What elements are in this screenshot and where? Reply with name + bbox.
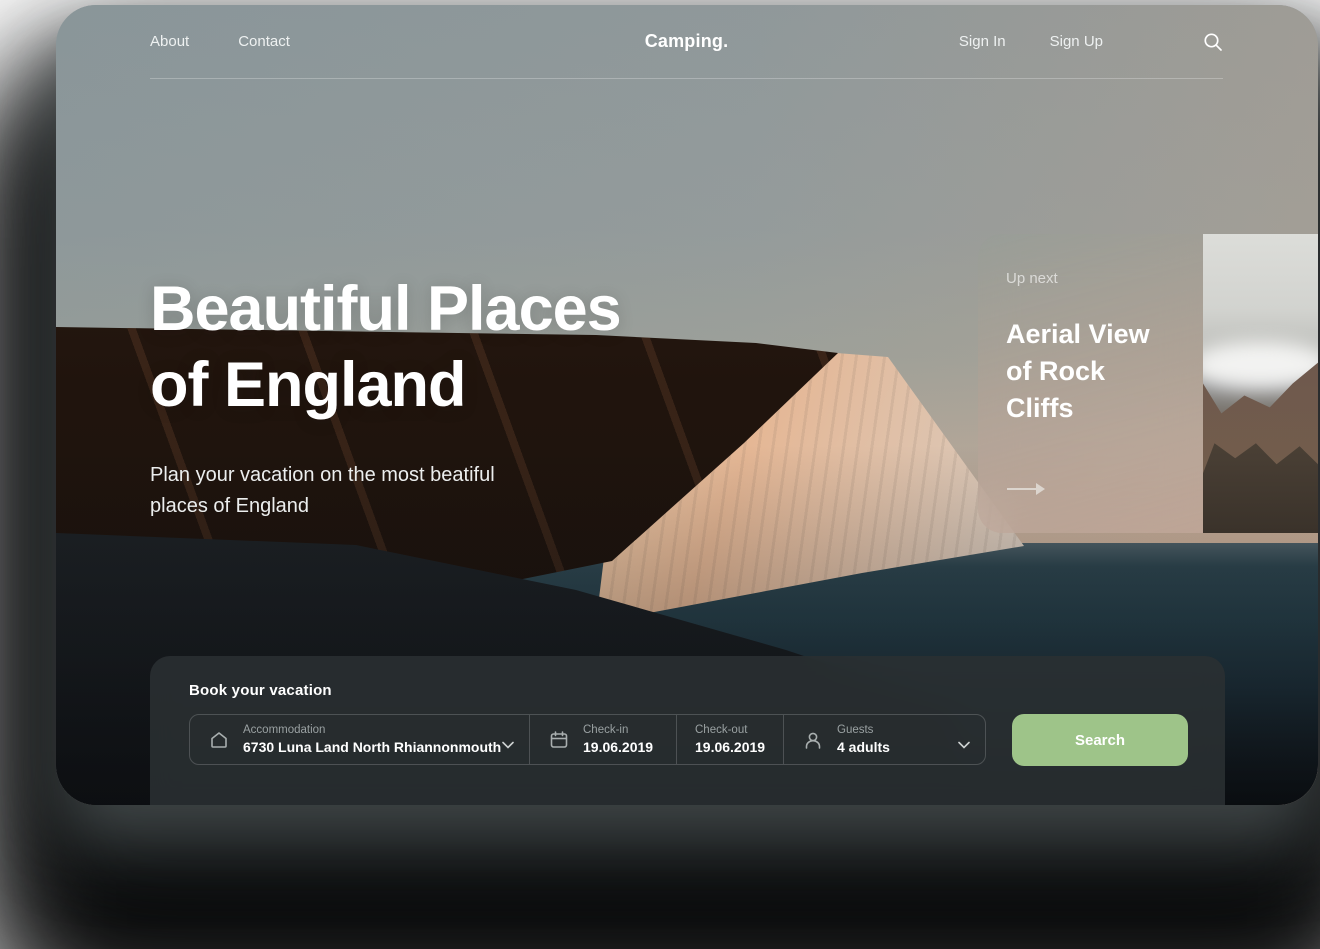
nav-link-about[interactable]: About — [150, 33, 189, 50]
check-in-field[interactable]: Check-in 19.06.2019 — [529, 715, 676, 764]
accommodation-text: Accommodation 6730 Luna Land North Rhian… — [243, 724, 501, 755]
booking-form-row: Accommodation 6730 Luna Land North Rhian… — [189, 714, 1225, 766]
hero-title-line2: of England — [150, 350, 465, 420]
field-value: 4 adults — [837, 739, 890, 755]
search-button[interactable]: Search — [1012, 714, 1188, 766]
hero-title-line1: Beautiful Places — [150, 274, 621, 344]
hero-subtitle: Plan your vacation on the most beatiful … — [150, 460, 550, 522]
field-value: 6730 Luna Land North Rhiannonmouth — [243, 739, 501, 755]
nav-link-sign-in[interactable]: Sign In — [959, 33, 1006, 50]
search-icon[interactable] — [1203, 32, 1223, 52]
field-value: 19.06.2019 — [583, 739, 653, 755]
hero-title: Beautiful Placesof England — [150, 271, 621, 423]
nav-left-links: About Contact — [150, 33, 290, 50]
up-next-kicker: Up next — [1006, 270, 1179, 287]
booking-form: Accommodation 6730 Luna Land North Rhian… — [189, 714, 986, 765]
check-in-text: Check-in 19.06.2019 — [583, 724, 653, 755]
check-out-text: Check-out 19.06.2019 — [695, 724, 765, 755]
check-out-field[interactable]: Check-out 19.06.2019 — [676, 715, 783, 764]
landing-page-card: About Contact Camping. Sign In Sign Up B… — [56, 5, 1318, 805]
nav-right-links: Sign In Sign Up — [959, 32, 1223, 52]
arrow-right-icon[interactable] — [1006, 482, 1046, 496]
top-nav: About Contact Camping. Sign In Sign Up — [150, 5, 1223, 79]
up-next-glass-panel: Up next Aerial View of Rock Cliffs — [978, 234, 1203, 533]
home-icon — [208, 729, 230, 751]
field-label: Check-out — [695, 724, 765, 736]
nav-link-sign-up[interactable]: Sign Up — [1050, 33, 1103, 50]
calendar-icon — [548, 729, 570, 751]
accommodation-field[interactable]: Accommodation 6730 Luna Land North Rhian… — [190, 715, 529, 764]
up-next-title: Aerial View of Rock Cliffs — [1006, 316, 1176, 427]
hero-copy: Beautiful Placesof England Plan your vac… — [150, 271, 621, 522]
field-label: Guests — [837, 724, 890, 736]
up-next-card[interactable]: Up next Aerial View of Rock Cliffs — [978, 234, 1318, 533]
field-label: Check-in — [583, 724, 653, 736]
user-icon — [802, 729, 824, 751]
field-value: 19.06.2019 — [695, 739, 765, 755]
chevron-down-icon[interactable] — [958, 736, 970, 744]
booking-heading: Book your vacation — [189, 682, 1225, 699]
guests-text: Guests 4 adults — [837, 724, 890, 755]
nav-link-contact[interactable]: Contact — [238, 33, 290, 50]
up-next-thumbnail-mountains — [1203, 234, 1318, 533]
guests-field[interactable]: Guests 4 adults — [783, 715, 985, 764]
chevron-down-icon[interactable] — [502, 736, 514, 744]
field-label: Accommodation — [243, 724, 501, 736]
logo[interactable]: Camping. — [645, 31, 729, 52]
booking-panel: Book your vacation Accommodation 6730 Lu… — [150, 656, 1225, 805]
